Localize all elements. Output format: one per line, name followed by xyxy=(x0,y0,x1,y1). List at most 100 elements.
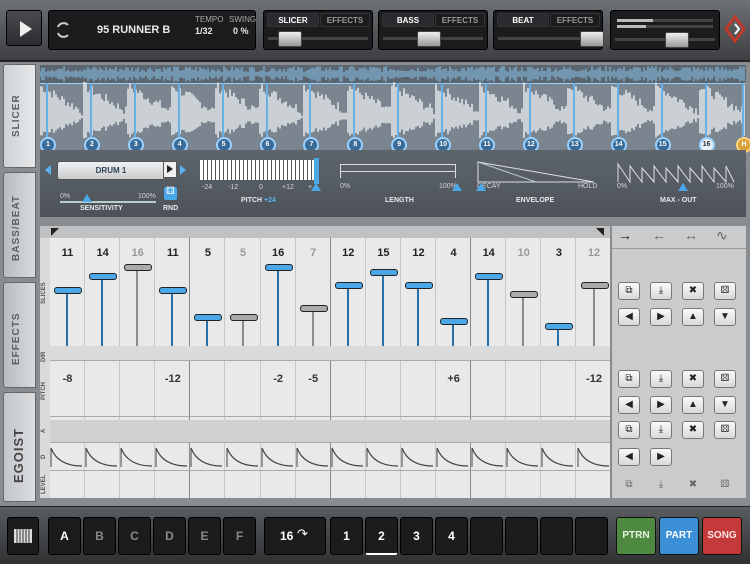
part-empty-slot[interactable] xyxy=(575,517,608,555)
slice-handle[interactable] xyxy=(159,286,188,294)
forward-direction-icon[interactable]: → xyxy=(618,227,632,243)
song-display[interactable]: 95 RUNNER B TEMPO 1/32 SWING 0 % xyxy=(48,10,256,50)
dice-button[interactable]: ⚄ xyxy=(714,477,736,495)
level-envelope[interactable] xyxy=(155,446,189,468)
pingpong-direction-icon[interactable]: ↔ xyxy=(684,227,698,243)
pitch-value[interactable]: -12 xyxy=(155,373,190,385)
level-envelope[interactable] xyxy=(436,446,470,468)
slice-handle[interactable] xyxy=(264,264,293,271)
part-empty-slot[interactable] xyxy=(505,517,538,555)
tab-bassbeat[interactable]: BASS/BEAT xyxy=(3,172,36,278)
length-thumb[interactable] xyxy=(452,183,462,191)
pitch-value[interactable]: -8 xyxy=(50,373,85,385)
slice-handle[interactable] xyxy=(475,273,504,280)
slicer-tab[interactable]: SLICER xyxy=(267,13,319,27)
level-envelope[interactable] xyxy=(541,446,575,468)
pattern-e-button[interactable]: E xyxy=(188,517,221,555)
slice-handle[interactable] xyxy=(124,264,153,271)
prev-drum-arrow-icon[interactable] xyxy=(45,165,51,175)
part-2-button[interactable]: 2 xyxy=(365,517,398,555)
level-envelope[interactable] xyxy=(85,446,119,468)
slice-handle[interactable] xyxy=(299,304,328,312)
play-button[interactable] xyxy=(6,10,42,46)
mode-song-button[interactable]: SONG xyxy=(702,517,742,555)
right-button[interactable]: ▶ xyxy=(650,448,672,466)
part-empty-slot[interactable] xyxy=(540,517,573,555)
level-envelope[interactable] xyxy=(576,446,611,468)
right-button[interactable]: ▶ xyxy=(650,308,672,326)
pattern-length-display[interactable]: 16 ↷ xyxy=(264,517,326,555)
step-column[interactable]: 15 xyxy=(366,238,401,498)
step-column[interactable]: 16 xyxy=(120,238,156,498)
paste-button[interactable]: ⤓ xyxy=(650,477,672,495)
level-envelope[interactable] xyxy=(506,446,540,468)
keyboard-button[interactable] xyxy=(7,517,39,555)
sensitivity-thumb[interactable] xyxy=(82,194,92,202)
tab-effects[interactable]: EFFECTS xyxy=(3,282,36,388)
grid-corner-right-icon[interactable] xyxy=(596,228,604,236)
loop-icon[interactable] xyxy=(55,17,71,43)
reverse-direction-icon[interactable]: ← xyxy=(652,227,666,243)
paste-button[interactable]: ⤓ xyxy=(650,282,672,300)
beat-effects-tab[interactable]: EFFECTS xyxy=(550,13,600,27)
bass-volume-fader[interactable] xyxy=(417,31,441,47)
pitch-indicator[interactable] xyxy=(314,158,319,184)
pitch-value[interactable]: -2 xyxy=(261,373,296,385)
up-button[interactable]: ▲ xyxy=(682,308,704,326)
step-column[interactable]: 12 xyxy=(331,238,366,498)
copy-button[interactable]: ⧉ xyxy=(618,477,640,495)
waveform-view[interactable]: 1 2 3 4 5 6 7 8 9 10 11 12 13 14 15 16 H xyxy=(40,65,750,153)
copy-button[interactable]: ⧉ xyxy=(618,370,640,388)
step-column[interactable]: 3 xyxy=(541,238,577,498)
dice-button[interactable]: ⚄ xyxy=(714,282,736,300)
down-button[interactable]: ▼ xyxy=(714,396,736,414)
left-button[interactable]: ◀ xyxy=(618,396,640,414)
slice-handle[interactable] xyxy=(229,313,258,321)
part-3-button[interactable]: 3 xyxy=(400,517,433,555)
step-column[interactable]: 12 xyxy=(401,238,437,498)
step-column[interactable]: 12 -12 xyxy=(576,238,612,498)
up-button[interactable]: ▲ xyxy=(682,396,704,414)
slice-handle[interactable] xyxy=(194,313,223,321)
drum-selector[interactable]: DRUM 1 xyxy=(57,161,165,180)
random-dice-button[interactable]: ⚃ xyxy=(164,186,177,200)
step-column[interactable]: 4 +6 xyxy=(436,238,472,498)
slicer-volume-fader[interactable] xyxy=(278,31,302,47)
level-envelope[interactable] xyxy=(120,446,154,468)
copy-button[interactable]: ⧉ xyxy=(618,282,640,300)
step-column[interactable]: 14 xyxy=(85,238,121,498)
random-direction-icon[interactable]: ∿ xyxy=(716,227,728,244)
level-envelope[interactable] xyxy=(331,446,365,468)
slice-handle[interactable] xyxy=(89,273,118,280)
step-column[interactable]: 7 -5 xyxy=(296,238,331,498)
level-envelope[interactable] xyxy=(366,446,400,468)
paste-button[interactable]: ⤓ xyxy=(650,421,672,439)
master-volume-fader[interactable] xyxy=(665,32,689,48)
clear-button[interactable]: ✖ xyxy=(682,370,704,388)
pitch-keyboard[interactable] xyxy=(200,160,320,180)
left-button[interactable]: ◀ xyxy=(618,308,640,326)
drum-play-button[interactable] xyxy=(163,161,177,178)
pitch-value[interactable]: -12 xyxy=(577,373,612,385)
beat-volume-fader[interactable] xyxy=(580,31,604,47)
level-envelope[interactable] xyxy=(261,446,295,468)
right-button[interactable]: ▶ xyxy=(650,396,672,414)
part-4-button[interactable]: 4 xyxy=(435,517,468,555)
step-column[interactable]: 5 xyxy=(225,238,261,498)
slicer-effects-tab[interactable]: EFFECTS xyxy=(320,13,370,27)
pitch-value[interactable]: +6 xyxy=(436,373,471,385)
level-envelope[interactable] xyxy=(190,446,224,468)
next-drum-arrow-icon[interactable] xyxy=(180,165,186,175)
dice-button[interactable]: ⚄ xyxy=(714,370,736,388)
clear-button[interactable]: ✖ xyxy=(682,477,704,495)
level-envelope[interactable] xyxy=(296,446,330,468)
copy-button[interactable]: ⧉ xyxy=(618,421,640,439)
slice-handle[interactable] xyxy=(405,282,433,289)
bass-tab[interactable]: BASS xyxy=(382,13,434,27)
maxout-thumb[interactable] xyxy=(678,183,688,191)
clear-button[interactable]: ✖ xyxy=(682,421,704,439)
dice-button[interactable]: ⚄ xyxy=(714,421,736,439)
grid-corner-left-icon[interactable] xyxy=(51,228,59,236)
pattern-b-button[interactable]: B xyxy=(83,517,116,555)
step-grid[interactable]: 11 -8 14 16 11 -12 5 5 16 -2 7 -5 12 15 12 4 +6 14 10 3 12 -1… xyxy=(40,238,612,498)
